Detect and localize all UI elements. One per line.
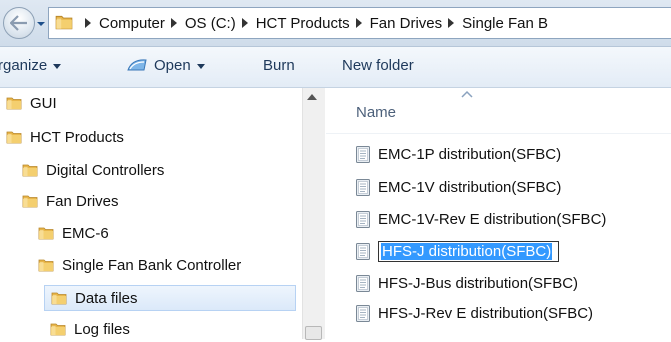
- folder-icon: [51, 291, 67, 305]
- organize-button[interactable]: rganize: [0, 57, 62, 74]
- breadcrumb-fan-drives[interactable]: Fan Drives: [370, 15, 443, 32]
- nav-item-label: GUI: [30, 94, 57, 112]
- folder-icon: [50, 322, 66, 336]
- address-bar-region: Computer OS (C:) HCT Products Fan Drives…: [0, 0, 671, 47]
- folder-icon: [6, 130, 22, 144]
- file-name: HFS-J-Bus distribution(SFBC): [378, 274, 579, 292]
- navigation-pane: GUI HCT Products Digital Controllers Fan…: [0, 88, 325, 339]
- breadcrumb-arrow-icon[interactable]: [355, 18, 362, 28]
- breadcrumb: Computer OS (C:) HCT Products Fan Drives…: [79, 8, 548, 38]
- nav-item-fan-drives[interactable]: Fan Drives: [22, 188, 119, 214]
- nav-item-label: Single Fan Bank Controller: [62, 256, 242, 274]
- breadcrumb-hct-products[interactable]: HCT Products: [256, 15, 350, 32]
- breadcrumb-os-drive[interactable]: OS (C:): [185, 15, 236, 32]
- nav-item-label: Fan Drives: [46, 192, 119, 210]
- dropdown-caret-icon: [196, 63, 205, 69]
- document-icon: [356, 275, 370, 292]
- rename-selected-text: HFS-J distribution(SFBC): [381, 242, 553, 260]
- burn-button[interactable]: Burn: [263, 57, 295, 74]
- breadcrumb-arrow-icon[interactable]: [241, 18, 248, 28]
- address-field[interactable]: Computer OS (C:) HCT Products Fan Drives…: [48, 7, 671, 39]
- nav-item-label: EMC-6: [62, 224, 109, 242]
- folder-icon: [22, 163, 38, 177]
- breadcrumb-single-fan-bank[interactable]: Single Fan B: [462, 15, 548, 32]
- file-row[interactable]: HFS-J-Rev E distribution(SFBC): [356, 300, 593, 326]
- open-app-icon: [127, 59, 147, 71]
- navigation-buttons: [3, 7, 47, 41]
- recent-pages-dropdown-icon[interactable]: [36, 19, 46, 29]
- back-arrow-icon: [10, 15, 27, 31]
- folder-icon: [6, 96, 22, 110]
- breadcrumb-arrow-icon[interactable]: [448, 18, 455, 28]
- burn-label: Burn: [263, 57, 295, 74]
- nav-item-single-fan-bank-controller[interactable]: Single Fan Bank Controller: [38, 252, 241, 278]
- sort-ascending-icon: [461, 90, 473, 98]
- nav-item-hct-products[interactable]: HCT Products: [6, 124, 124, 150]
- file-name: EMC-1P distribution(SFBC): [378, 145, 562, 163]
- file-name: EMC-1V-Rev E distribution(SFBC): [378, 210, 607, 228]
- nav-item-gui[interactable]: GUI: [6, 90, 57, 116]
- dropdown-caret-icon: [53, 63, 62, 69]
- new-folder-button[interactable]: New folder: [342, 57, 414, 74]
- nav-item-data-files[interactable]: Data files: [44, 285, 296, 311]
- document-icon: [356, 305, 370, 322]
- file-list-pane: Name EMC-1P distribution(SFBC) EMC-1V di…: [326, 88, 671, 339]
- file-name: HFS-J-Rev E distribution(SFBC): [378, 304, 594, 322]
- command-bar: rganize Open Burn New folder: [0, 47, 671, 88]
- folder-icon: [38, 226, 54, 240]
- open-button[interactable]: Open: [126, 57, 205, 74]
- new-folder-label: New folder: [342, 57, 414, 74]
- organize-label: rganize: [0, 57, 48, 74]
- scroll-up-arrow-icon[interactable]: [307, 94, 317, 100]
- file-row[interactable]: EMC-1P distribution(SFBC): [356, 141, 561, 167]
- header-divider: [326, 133, 671, 134]
- nav-item-log-files[interactable]: Log files: [50, 316, 130, 342]
- navigation-scrollbar[interactable]: [302, 88, 325, 340]
- folder-icon: [55, 14, 73, 30]
- file-row[interactable]: EMC-1V-Rev E distribution(SFBC): [356, 206, 606, 232]
- open-label: Open: [154, 57, 191, 74]
- file-name: EMC-1V distribution(SFBC): [378, 178, 562, 196]
- scrollbar-thumb[interactable]: [305, 326, 322, 340]
- file-row-renaming[interactable]: HFS-J distribution(SFBC): [356, 238, 560, 264]
- nav-item-label: HCT Products: [30, 128, 124, 146]
- nav-item-emc-6[interactable]: EMC-6: [38, 220, 109, 246]
- document-icon: [356, 146, 370, 163]
- rename-field[interactable]: HFS-J distribution(SFBC): [378, 240, 560, 262]
- breadcrumb-arrow-icon[interactable]: [170, 18, 177, 28]
- breadcrumb-computer[interactable]: Computer: [99, 15, 165, 32]
- document-icon: [356, 211, 370, 228]
- breadcrumb-arrow-icon[interactable]: [85, 18, 91, 28]
- nav-item-label: Log files: [74, 320, 130, 338]
- nav-item-label: Digital Controllers: [46, 161, 165, 179]
- folder-icon: [22, 194, 38, 208]
- back-button[interactable]: [3, 7, 35, 39]
- name-column-header[interactable]: Name: [356, 104, 396, 121]
- folder-icon: [38, 258, 54, 272]
- document-icon: [356, 243, 370, 260]
- nav-item-digital-controllers[interactable]: Digital Controllers: [22, 157, 164, 183]
- nav-item-label: Data files: [75, 289, 138, 307]
- file-row[interactable]: EMC-1V distribution(SFBC): [356, 174, 561, 200]
- file-row[interactable]: HFS-J-Bus distribution(SFBC): [356, 270, 578, 296]
- document-icon: [356, 179, 370, 196]
